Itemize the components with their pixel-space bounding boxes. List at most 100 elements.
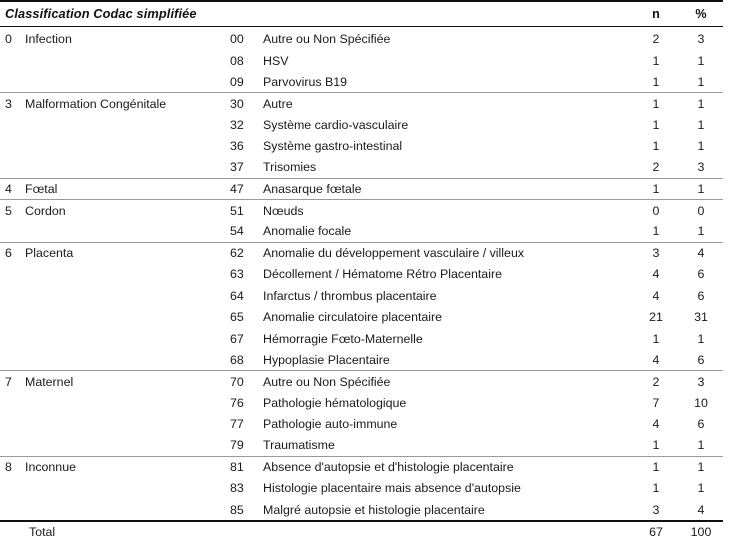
total-percent: 100 — [679, 521, 723, 542]
group-code: 4 — [0, 178, 22, 199]
group-code — [0, 264, 22, 285]
table-row: 0Infection00Autre ou Non Spécifiée23 — [0, 29, 723, 50]
cell-percent: 6 — [679, 349, 723, 370]
subcategory-code: 51 — [228, 200, 255, 221]
subcategory-label: Anomalie focale — [255, 221, 633, 242]
cell-percent: 0 — [679, 200, 723, 221]
cell-n: 2 — [633, 371, 679, 392]
group-label — [22, 392, 228, 413]
group-label: Maternel — [22, 371, 228, 392]
cell-n: 2 — [633, 157, 679, 178]
subcategory-label: Parvovirus B19 — [255, 71, 633, 92]
table-row: 5Cordon51Nœuds00 — [0, 200, 723, 221]
group-code — [0, 157, 22, 178]
cell-n: 4 — [633, 414, 679, 435]
subcategory-label: Système cardio-vasculaire — [255, 114, 633, 135]
cell-percent: 6 — [679, 285, 723, 306]
group-code: 5 — [0, 200, 22, 221]
subcategory-label: Décollement / Hématome Rétro Placentaire — [255, 264, 633, 285]
table-row: 08HSV11 — [0, 50, 723, 71]
table-row: 63Décollement / Hématome Rétro Placentai… — [0, 264, 723, 285]
group-label — [22, 135, 228, 156]
group-code: 6 — [0, 242, 22, 263]
header-row: Classification Codac simplifiée n % — [0, 1, 723, 26]
cell-percent: 3 — [679, 157, 723, 178]
cell-n: 1 — [633, 71, 679, 92]
cell-percent: 1 — [679, 328, 723, 349]
subcategory-code: 08 — [228, 50, 255, 71]
subcategory-label: Anomalie du développement vasculaire / v… — [255, 242, 633, 263]
subcategory-code: 54 — [228, 221, 255, 242]
group-label — [22, 71, 228, 92]
group-code: 0 — [0, 29, 22, 50]
subcategory-label: Autre ou Non Spécifiée — [255, 29, 633, 50]
subcategory-label: Pathologie auto-immune — [255, 414, 633, 435]
table-row: 3Malformation Congénitale30Autre11 — [0, 93, 723, 114]
cell-percent: 4 — [679, 242, 723, 263]
group-label — [22, 435, 228, 456]
group-label — [22, 349, 228, 370]
subcategory-label: Autre ou Non Spécifiée — [255, 371, 633, 392]
cell-n: 1 — [633, 478, 679, 499]
cell-n: 7 — [633, 392, 679, 413]
group-label: Placenta — [22, 242, 228, 263]
subcategory-label: Trisomies — [255, 157, 633, 178]
subcategory-code: 09 — [228, 71, 255, 92]
group-label: Infection — [22, 29, 228, 50]
cell-n: 3 — [633, 242, 679, 263]
table-row: 09Parvovirus B1911 — [0, 71, 723, 92]
table-row: 83Histologie placentaire mais absence d'… — [0, 478, 723, 499]
cell-percent: 1 — [679, 478, 723, 499]
subcategory-label: HSV — [255, 50, 633, 71]
table-sheet: Classification Codac simplifiée n % 0Inf… — [0, 0, 735, 530]
cell-percent: 6 — [679, 264, 723, 285]
group-label — [22, 264, 228, 285]
subcategory-code: 77 — [228, 414, 255, 435]
cell-n: 1 — [633, 93, 679, 114]
subcategory-code: 00 — [228, 29, 255, 50]
cell-percent: 3 — [679, 371, 723, 392]
table-row: 77Pathologie auto-immune46 — [0, 414, 723, 435]
subcategory-label: Absence d'autopsie et d'histologie place… — [255, 456, 633, 477]
cell-n: 0 — [633, 200, 679, 221]
cell-percent: 1 — [679, 135, 723, 156]
table-row: 65Anomalie circulatoire placentaire2131 — [0, 307, 723, 328]
table-row: 54Anomalie focale11 — [0, 221, 723, 242]
group-label — [22, 114, 228, 135]
cell-percent: 1 — [679, 71, 723, 92]
cell-percent: 6 — [679, 414, 723, 435]
cell-n: 1 — [633, 456, 679, 477]
subcategory-code: 70 — [228, 371, 255, 392]
subcategory-label: Infarctus / thrombus placentaire — [255, 285, 633, 306]
cell-percent: 1 — [679, 93, 723, 114]
cell-n: 1 — [633, 178, 679, 199]
subcategory-label: Malgré autopsie et histologie placentair… — [255, 499, 633, 520]
table-row: 6Placenta62Anomalie du développement vas… — [0, 242, 723, 263]
subcategory-label: Traumatisme — [255, 435, 633, 456]
subcategory-label: Autre — [255, 93, 633, 114]
cell-percent: 1 — [679, 178, 723, 199]
group-label — [22, 499, 228, 520]
column-header-percent: % — [679, 1, 723, 26]
cell-n: 1 — [633, 135, 679, 156]
cell-percent: 1 — [679, 221, 723, 242]
total-n: 67 — [633, 521, 679, 542]
group-label — [22, 285, 228, 306]
subcategory-code: 64 — [228, 285, 255, 306]
group-label — [22, 221, 228, 242]
cell-n: 21 — [633, 307, 679, 328]
subcategory-code: 85 — [228, 499, 255, 520]
subcategory-label: Hémorragie Fœto-Maternelle — [255, 328, 633, 349]
group-code: 3 — [0, 93, 22, 114]
group-label: Cordon — [22, 200, 228, 221]
cell-n: 2 — [633, 29, 679, 50]
subcategory-code: 68 — [228, 349, 255, 370]
subcategory-code: 32 — [228, 114, 255, 135]
cell-percent: 3 — [679, 29, 723, 50]
subcategory-code: 81 — [228, 456, 255, 477]
cell-n: 1 — [633, 221, 679, 242]
subcategory-code: 67 — [228, 328, 255, 349]
subcategory-label: Histologie placentaire mais absence d'au… — [255, 478, 633, 499]
table-row: 68Hypoplasie Placentaire46 — [0, 349, 723, 370]
cell-n: 1 — [633, 50, 679, 71]
